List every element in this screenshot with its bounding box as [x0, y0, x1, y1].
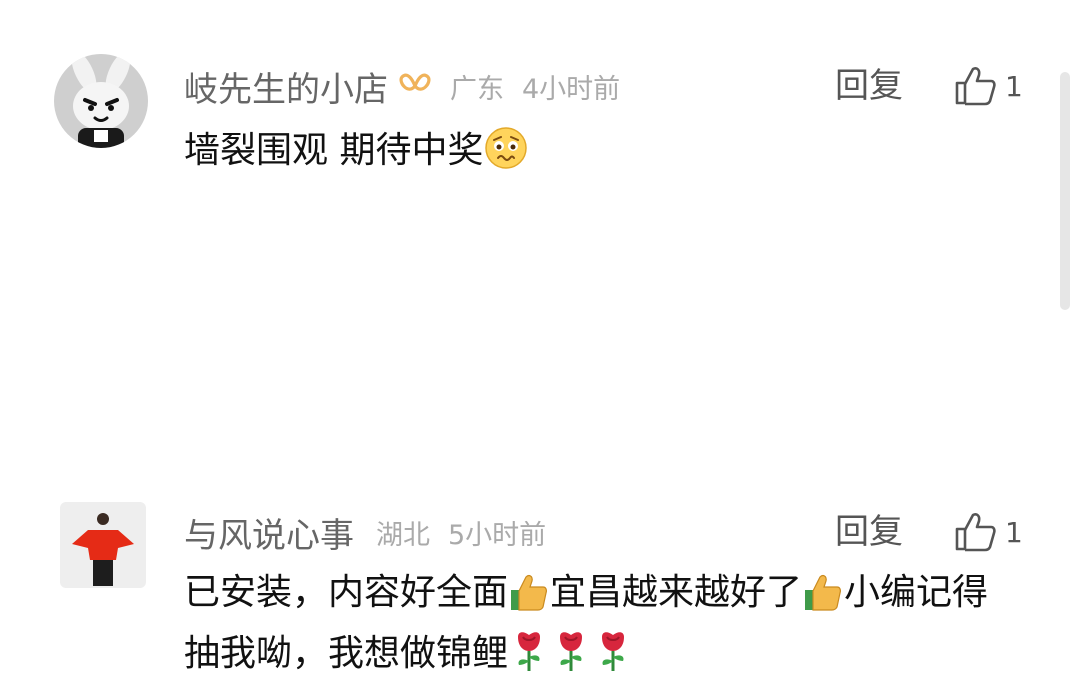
- comment-text: 墙裂围观 期待中奖: [184, 124, 1010, 185]
- comment-text: 已安装，内容好全面 宜昌越来越好了 小编记得抽我呦，我想做锦鲤: [184, 566, 1010, 688]
- avatar[interactable]: [54, 54, 148, 148]
- rose-emoji: [551, 629, 591, 688]
- plush-bunny-avatar-icon: [54, 54, 148, 148]
- comment-text-segment: 宜昌越来越好了: [550, 572, 803, 613]
- like-button[interactable]: 1: [953, 510, 1023, 554]
- thumbs-up-icon: [955, 513, 996, 552]
- rose-emoji: [509, 629, 549, 688]
- username[interactable]: 与风说心事: [184, 508, 354, 557]
- like-count: 1: [1005, 69, 1023, 103]
- timestamp: 4小时前: [522, 73, 621, 105]
- thumbs-up-emoji: [509, 572, 549, 627]
- like-count: 1: [1005, 515, 1023, 549]
- comment-meta: 岐先生的小店 广东 4小时前: [184, 62, 621, 111]
- comment-text-segment: 墙裂围观 期待中奖: [184, 130, 484, 171]
- comment-item: 岐先生的小店 广东 4小时前 回复 1 墙裂围观 期待中奖: [0, 0, 1080, 240]
- comment-meta: 与风说心事 湖北 5小时前: [184, 508, 547, 557]
- rose-emoji: [593, 629, 633, 688]
- region: 湖北: [376, 519, 430, 551]
- reply-button[interactable]: 回复: [835, 510, 903, 554]
- reply-button[interactable]: 回复: [835, 64, 903, 108]
- avatar[interactable]: [60, 502, 146, 588]
- comment-text-segment: 已安装，内容好全面: [184, 572, 509, 613]
- like-button[interactable]: 1: [953, 64, 1023, 108]
- thumbs-up-emoji: [803, 572, 843, 627]
- timestamp: 5小时前: [448, 519, 547, 551]
- region: 广东: [450, 73, 504, 105]
- thumbs-up-icon: [955, 67, 996, 106]
- red-coat-person-avatar-icon: [60, 502, 146, 588]
- vip-badge-icon: [398, 71, 432, 101]
- comment-item: 与风说心事 湖北 5小时前 回复 1 已安装，内容好全面 宜昌越来越好了 小编记…: [0, 240, 1080, 674]
- username[interactable]: 岐先生的小店: [184, 62, 388, 111]
- worried-face-emoji: [484, 126, 528, 185]
